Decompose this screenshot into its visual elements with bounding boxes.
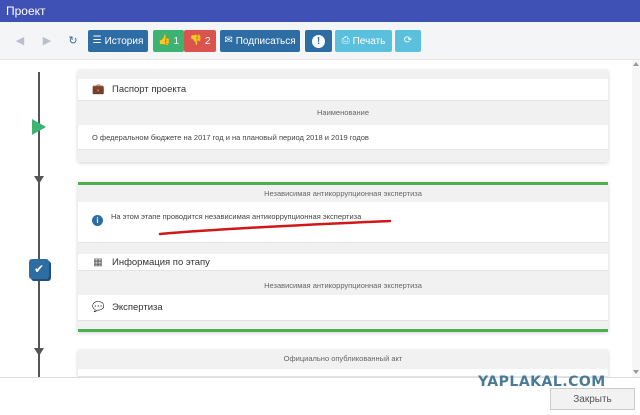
passport-card: 💼 Паспорт проекта Наименование О федерал… [78, 70, 608, 162]
stage-info-row[interactable]: ▦ Информация по этапу [78, 254, 608, 271]
down-arrow-icon [34, 176, 44, 184]
act-card: Официально опубликованный акт [78, 350, 608, 377]
name-label: Наименование [317, 108, 369, 117]
stage-title: Независимая антикоррупционная экспертиза [264, 189, 422, 198]
scroll-up-arrow[interactable] [633, 62, 639, 66]
toolbar: ◀ ▶ ↻ ☰ История 👍 1 👎 2 ✉ Подписаться ! … [0, 22, 640, 60]
expertise-label: Экспертиза [112, 302, 163, 313]
scroll-down-arrow[interactable] [633, 370, 639, 374]
down-arrow-icon [34, 348, 44, 356]
stage-sub-title: Независимая антикоррупционная экспертиза [264, 281, 422, 290]
refresh-icon[interactable]: ↻ [66, 33, 80, 47]
printer-icon: ⎙ [341, 35, 350, 46]
dislikes-count: 2 [204, 35, 211, 47]
exclamation-icon: ! [312, 34, 325, 48]
chat-icon: 💬 [92, 302, 105, 313]
dislike-button[interactable]: 👎 2 [184, 30, 216, 52]
print-button[interactable]: ⎙ Печать [335, 30, 392, 52]
stage-card: Независимая антикоррупционная экспертиза… [78, 182, 608, 332]
play-icon [32, 119, 46, 135]
name-value-row: О федеральном бюджете на 2017 год и на п… [78, 125, 608, 150]
like-button[interactable]: 👍 1 [153, 30, 184, 52]
document-icon: ▦ [93, 256, 103, 268]
subscribe-icon: ✉ [224, 35, 233, 46]
subscribe-label: Подписаться [235, 35, 296, 47]
stage-status-row: i На этом этапе проводится независимая а… [78, 202, 608, 243]
window-title: Проект [0, 0, 640, 22]
history-button[interactable]: ☰ История [88, 30, 148, 52]
passport-header-label: Паспорт проекта [112, 84, 187, 95]
subscribe-button[interactable]: ✉ Подписаться [220, 30, 300, 52]
stage-info-label: Информация по этапу [112, 256, 210, 268]
forward-arrow-icon[interactable]: ▶ [40, 33, 54, 47]
back-arrow-icon[interactable]: ◀ [13, 33, 27, 47]
print-label: Печать [352, 35, 386, 47]
passport-header[interactable]: 💼 Паспорт проекта [78, 79, 608, 101]
list-icon: ☰ [92, 35, 102, 46]
scrollbar[interactable] [632, 60, 640, 378]
thumbs-up-icon: 👍 [157, 35, 171, 46]
checkbox-stage-icon: ✔ [29, 259, 49, 279]
briefcase-icon: 💼 [92, 84, 105, 95]
share-icon: ⟳ [403, 35, 413, 46]
alert-button[interactable]: ! [305, 30, 332, 52]
name-value: О федеральном бюджете на 2017 год и на п… [92, 132, 369, 142]
thumbs-down-icon: 👎 [189, 35, 202, 46]
share-button[interactable]: ⟳ [395, 30, 421, 52]
likes-count: 1 [173, 35, 179, 47]
info-icon: i [92, 215, 103, 226]
close-button[interactable]: Закрыть [550, 388, 635, 410]
history-label: История [104, 35, 144, 47]
stage-status-text: На этом этапе проводится независимая ант… [111, 212, 362, 221]
expertise-row[interactable]: 💬 Экспертиза [78, 295, 608, 321]
act-title: Официально опубликованный акт [283, 354, 403, 363]
